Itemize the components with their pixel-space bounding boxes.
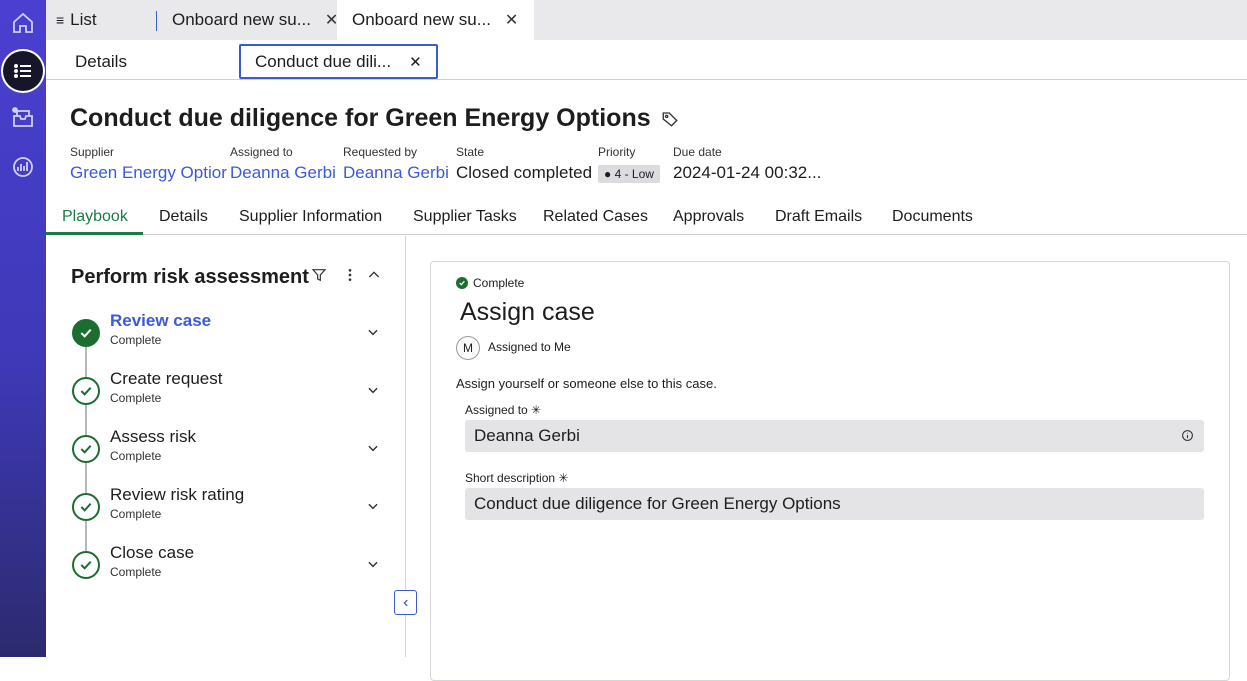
short-description-value: Conduct due diligence for Green Energy O… <box>474 494 841 513</box>
check-circle-icon <box>72 377 100 405</box>
step-name: Close case <box>110 543 195 562</box>
analytics-icon[interactable] <box>3 147 43 187</box>
tab-label: Onboard new su... <box>172 10 311 29</box>
assigned-label: Assigned to <box>230 145 293 159</box>
chevron-down-icon[interactable] <box>366 499 380 513</box>
active-tab-indicator <box>46 232 143 235</box>
tag-icon[interactable] <box>661 110 679 128</box>
tab-supplier-tasks[interactable]: Supplier Tasks <box>413 208 517 226</box>
close-icon[interactable]: ✕ <box>505 10 518 30</box>
chevron-down-icon[interactable] <box>366 441 380 455</box>
check-circle-icon <box>72 435 100 463</box>
state-meta: State Closed completed <box>456 145 592 183</box>
instruction-text: Assign yourself or someone else to this … <box>456 376 717 391</box>
short-description-field[interactable]: Conduct due diligence for Green Energy O… <box>465 488 1204 520</box>
state-value: Closed completed <box>456 163 593 182</box>
due-meta: Due date 2024-01-24 00:32... <box>673 145 821 183</box>
tab-documents[interactable]: Documents <box>892 208 973 226</box>
assigned-meta: Assigned to Deanna Gerbi <box>230 145 336 183</box>
subtab-label: Conduct due dili... <box>255 51 392 71</box>
assigned-to-label: Assigned to ✳ <box>465 403 542 417</box>
tab-related-cases[interactable]: Related Cases <box>543 208 648 226</box>
filter-icon[interactable] <box>311 267 327 283</box>
top-tabbar: ≡ List Onboard new su... ✕ Onboard new s… <box>46 0 1247 40</box>
priority-value: 4 - Low <box>614 167 654 181</box>
step-review-case[interactable]: Review case Complete <box>70 311 390 369</box>
chevron-left-icon <box>402 599 408 606</box>
tab-draft-emails[interactable]: Draft Emails <box>775 208 862 226</box>
tab-divider <box>156 11 157 31</box>
tab-onboard-2[interactable]: Onboard new su... ✕ <box>337 0 535 40</box>
step-status: Complete <box>110 449 162 463</box>
step-status: Complete <box>110 507 162 521</box>
subtab-active[interactable]: Conduct due dili... ✕ <box>239 44 438 79</box>
tab-details[interactable]: Details <box>159 208 208 226</box>
playbook-title: Perform risk assessment <box>71 266 309 288</box>
assigned-to-me-text: Assigned to Me <box>488 340 571 354</box>
step-assess-risk[interactable]: Assess risk Complete <box>70 427 390 485</box>
record-navtabs: Playbook Details Supplier Information Su… <box>46 200 1247 235</box>
inbox-icon[interactable] <box>3 98 43 138</box>
step-create-request[interactable]: Create request Complete <box>70 369 390 427</box>
activity-card: Complete Assign case M Assigned to Me As… <box>430 261 1230 681</box>
tab-supplier-information[interactable]: Supplier Information <box>239 208 382 226</box>
check-circle-icon <box>72 493 100 521</box>
card-title: Assign case <box>460 298 595 326</box>
supplier-link[interactable]: Green Energy Optior <box>70 163 227 183</box>
supplier-meta: Supplier Green Energy Optior <box>70 145 227 183</box>
step-review-risk-rating[interactable]: Review risk rating Complete <box>70 485 390 543</box>
due-value: 2024-01-24 00:32... <box>673 163 822 182</box>
more-options-icon[interactable] <box>342 267 358 283</box>
requested-meta: Requested by Deanna Gerbi <box>343 145 449 183</box>
step-close-case[interactable]: Close case Complete <box>70 543 390 601</box>
info-icon[interactable] <box>1181 429 1194 442</box>
state-label: State <box>456 145 485 159</box>
close-icon[interactable]: ✕ <box>409 53 422 71</box>
list-tab-label: List <box>70 10 97 29</box>
subtab-details[interactable]: Details <box>75 44 127 79</box>
step-name: Review case <box>110 311 212 330</box>
menu-icon: ≡ <box>56 12 65 28</box>
assigned-to-field[interactable]: Deanna Gerbi <box>465 420 1204 452</box>
tab-onboard-1[interactable]: Onboard new su... ✕ <box>172 0 348 40</box>
check-circle-icon <box>72 551 100 579</box>
chevron-down-icon[interactable] <box>366 557 380 571</box>
priority-meta: Priority ● 4 - Low <box>598 145 660 183</box>
list-icon[interactable] <box>3 51 43 91</box>
list-tab[interactable]: ≡ List <box>56 0 97 40</box>
step-name: Review risk rating <box>110 485 245 504</box>
short-description-label: Short description ✳ <box>465 471 569 485</box>
chevron-up-icon[interactable] <box>366 267 382 283</box>
supplier-label: Supplier <box>70 145 115 159</box>
assigned-link[interactable]: Deanna Gerbi <box>230 163 336 183</box>
collapse-panel-button[interactable] <box>394 590 417 615</box>
page-title-text: Conduct due diligence for Green Energy O… <box>70 104 651 132</box>
check-circle-icon <box>72 319 100 347</box>
tab-label: Onboard new su... <box>352 10 491 29</box>
page-title: Conduct due diligence for Green Energy O… <box>70 104 679 133</box>
step-status: Complete <box>110 391 162 405</box>
app-rail <box>0 0 46 657</box>
tab-playbook[interactable]: Playbook <box>62 208 128 226</box>
step-status: Complete <box>110 565 162 579</box>
chevron-down-icon[interactable] <box>366 383 380 397</box>
home-icon[interactable] <box>3 3 43 43</box>
requested-link[interactable]: Deanna Gerbi <box>343 163 449 183</box>
assigned-to-value: Deanna Gerbi <box>474 426 580 445</box>
priority-badge: ● 4 - Low <box>598 165 660 183</box>
status-text: Complete <box>473 276 525 290</box>
avatar: M <box>456 336 480 360</box>
step-status: Complete <box>110 333 162 347</box>
tab-approvals[interactable]: Approvals <box>673 208 744 226</box>
priority-label: Priority <box>598 145 636 159</box>
step-name: Assess risk <box>110 427 196 446</box>
chevron-down-icon[interactable] <box>366 325 380 339</box>
record-subtabbar: Details Conduct due dili... ✕ <box>46 40 1247 80</box>
step-name: Create request <box>110 369 223 388</box>
due-label: Due date <box>673 145 722 159</box>
complete-status: Complete <box>456 276 524 290</box>
check-circle-icon <box>456 277 468 289</box>
requested-label: Requested by <box>343 145 418 159</box>
